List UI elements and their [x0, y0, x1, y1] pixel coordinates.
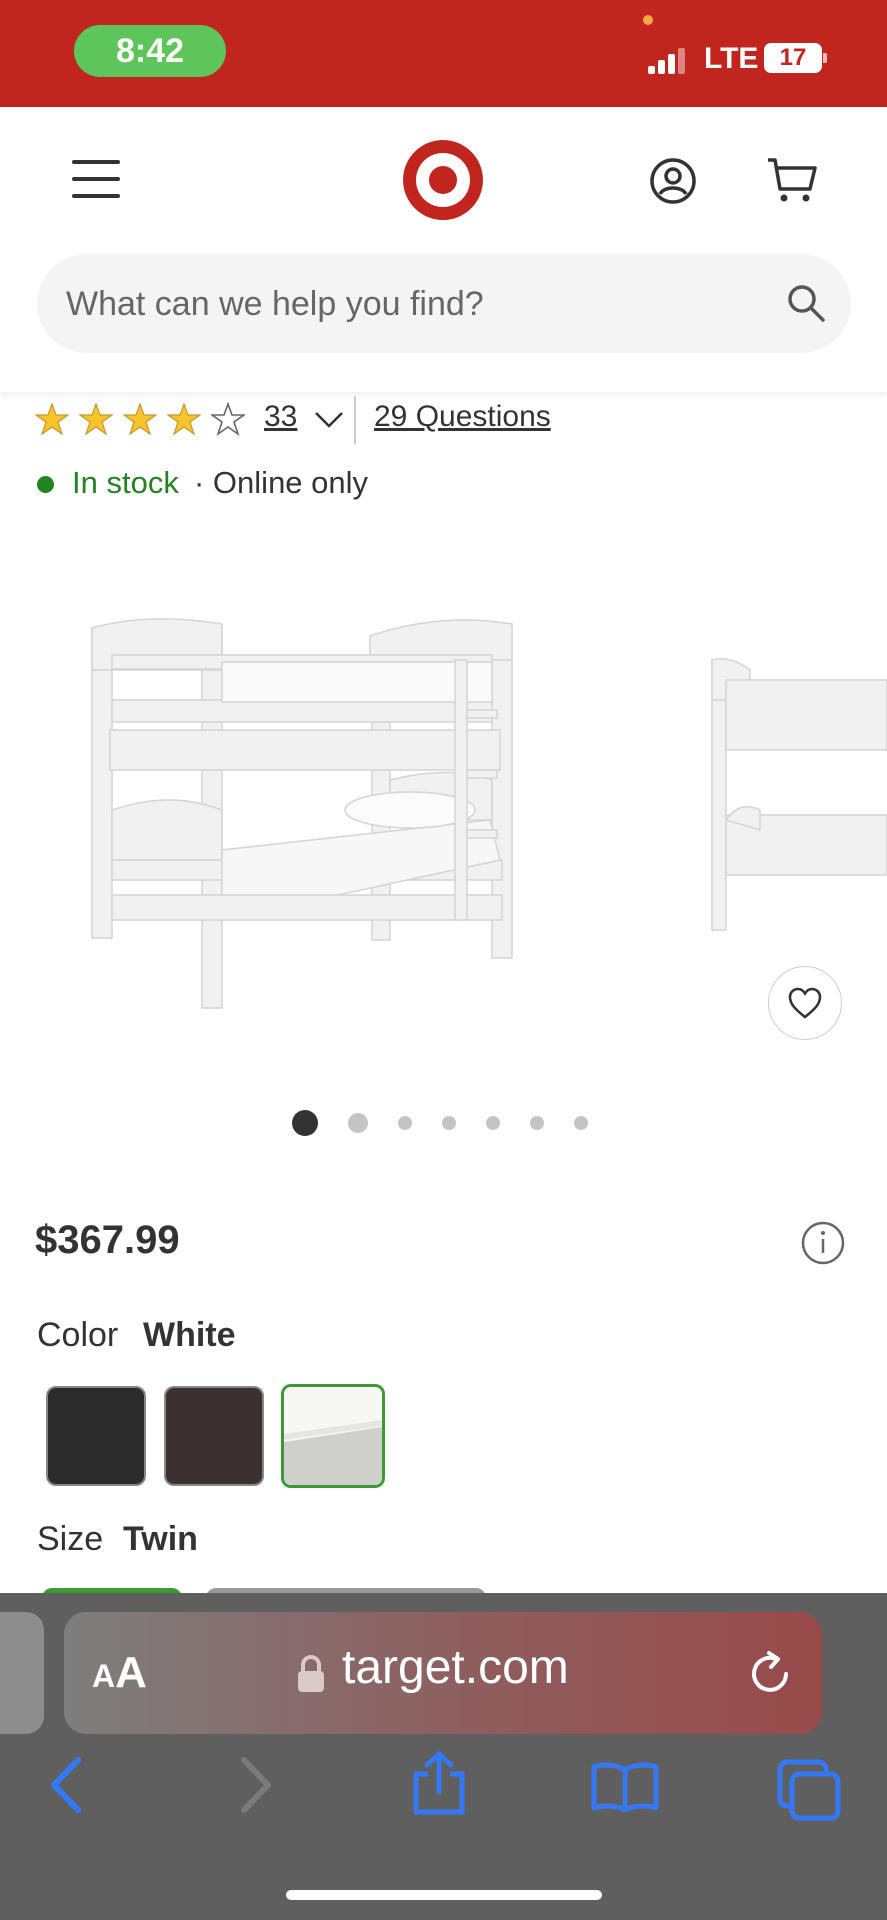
questions-link[interactable]: 29 Questions	[374, 400, 551, 434]
carousel-dot-1[interactable]	[292, 1110, 318, 1136]
bunk-bed-image[interactable]	[0, 560, 887, 1030]
color-label: Color	[37, 1316, 119, 1354]
star-filled-icon	[123, 402, 157, 436]
star-filled-icon	[79, 402, 113, 436]
menu-icon[interactable]	[72, 160, 120, 198]
search-icon[interactable]	[785, 282, 827, 324]
search-bar[interactable]	[37, 254, 851, 355]
lock-icon	[298, 1655, 324, 1692]
carousel-dot-3[interactable]	[398, 1116, 412, 1130]
target-logo-icon[interactable]	[403, 140, 483, 220]
reload-icon[interactable]	[746, 1650, 794, 1698]
previous-tab[interactable]	[0, 1612, 44, 1734]
search-input[interactable]	[64, 254, 748, 355]
battery-level: 17	[764, 43, 822, 73]
in-stock-dot	[37, 476, 54, 493]
swatch-white[interactable]	[281, 1384, 385, 1488]
carousel-dot-2[interactable]	[348, 1113, 368, 1133]
chevron-down-icon[interactable]	[314, 410, 344, 430]
product-price: $367.99	[35, 1218, 180, 1262]
url-text[interactable]: target.com	[342, 1640, 569, 1695]
account-icon[interactable]	[649, 157, 697, 205]
product-image-carousel[interactable]	[0, 560, 887, 1030]
availability-text: · Online only	[194, 465, 369, 500]
carousel-dot-7[interactable]	[574, 1116, 588, 1130]
address-bar[interactable]: AA target.com	[64, 1612, 822, 1734]
privacy-indicator-dot	[643, 15, 653, 25]
size-label: Size	[37, 1520, 104, 1558]
stock-status: In stock	[72, 465, 179, 500]
carousel-dot-6[interactable]	[530, 1116, 544, 1130]
battery-icon	[823, 53, 827, 63]
rating-stars[interactable]	[35, 402, 245, 438]
share-icon[interactable]	[410, 1750, 468, 1816]
swatch-black[interactable]	[46, 1386, 146, 1486]
star-filled-icon	[35, 402, 69, 436]
bookmarks-icon[interactable]	[590, 1762, 660, 1812]
reader-options-button[interactable]: AA	[92, 1648, 147, 1698]
color-value: White	[143, 1316, 236, 1354]
divider	[354, 396, 356, 444]
star-empty-icon	[211, 402, 245, 436]
rating-count-link[interactable]: 33	[264, 400, 297, 434]
status-time: 8:42	[74, 25, 226, 77]
home-indicator	[286, 1890, 602, 1900]
star-filled-icon	[167, 402, 201, 436]
favorite-button[interactable]	[768, 966, 842, 1040]
white-swatch-image	[284, 1387, 382, 1485]
carousel-dots	[292, 1110, 618, 1136]
signal-icon	[648, 46, 692, 74]
carousel-dot-4[interactable]	[442, 1116, 456, 1130]
carousel-dot-5[interactable]	[486, 1116, 500, 1130]
swatch-espresso[interactable]	[164, 1386, 264, 1486]
tabs-icon[interactable]	[776, 1758, 842, 1822]
cart-icon[interactable]	[766, 155, 818, 205]
forward-icon[interactable]	[236, 1756, 276, 1814]
back-icon[interactable]	[46, 1756, 86, 1814]
network-type: LTE	[704, 42, 759, 75]
info-icon[interactable]	[800, 1220, 846, 1266]
heart-icon	[788, 987, 822, 1019]
size-value: Twin	[123, 1520, 198, 1558]
